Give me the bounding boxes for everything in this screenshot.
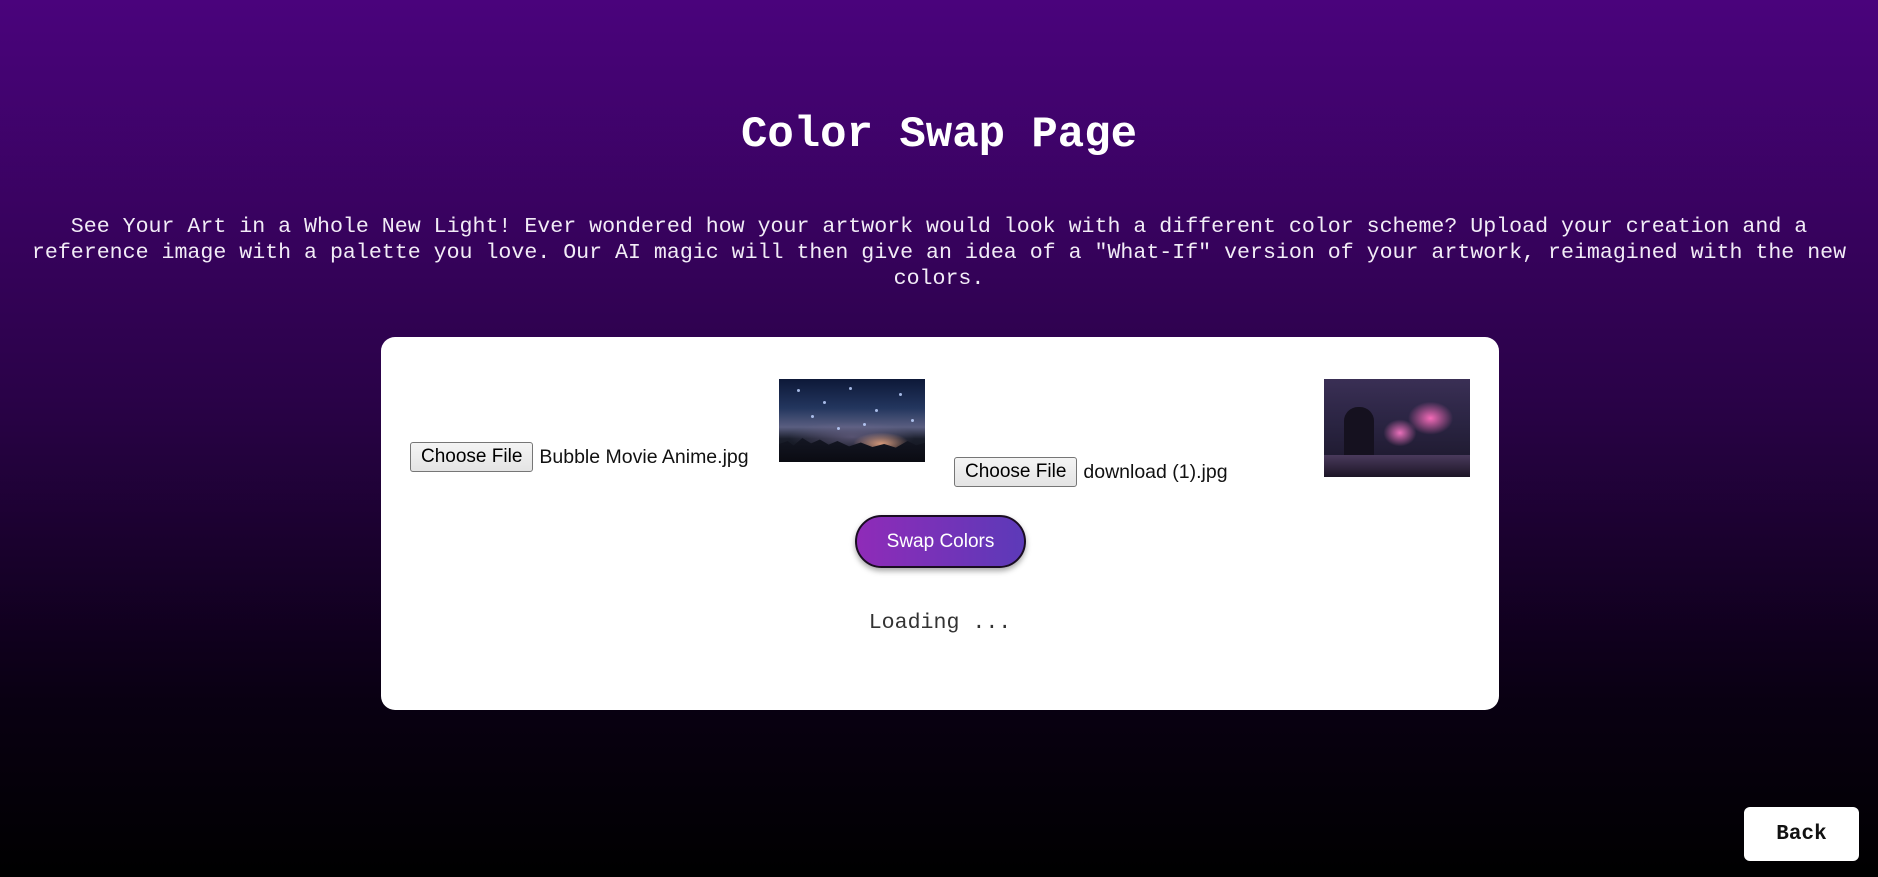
page-description: See Your Art in a Whole New Light! Ever … bbox=[31, 215, 1847, 291]
artwork-upload-group: Choose File Bubble Movie Anime.jpg bbox=[410, 442, 749, 472]
back-button[interactable]: Back bbox=[1744, 807, 1859, 861]
reference-choose-file-button[interactable]: Choose File bbox=[954, 457, 1078, 487]
reference-preview-image bbox=[1324, 379, 1470, 477]
loading-status: Loading ... bbox=[868, 611, 1012, 635]
swap-colors-button[interactable]: Swap Colors bbox=[855, 515, 1026, 568]
artwork-preview-image bbox=[779, 379, 925, 462]
color-swap-card: Choose File Bubble Movie Anime.jpg Choos… bbox=[381, 337, 1499, 710]
artwork-choose-file-button[interactable]: Choose File bbox=[410, 442, 534, 472]
reference-file-name: download (1).jpg bbox=[1083, 460, 1228, 483]
page-title: Color Swap Page bbox=[740, 110, 1138, 160]
artwork-file-name: Bubble Movie Anime.jpg bbox=[539, 445, 749, 468]
reference-upload-group: Choose File download (1).jpg bbox=[954, 457, 1228, 487]
